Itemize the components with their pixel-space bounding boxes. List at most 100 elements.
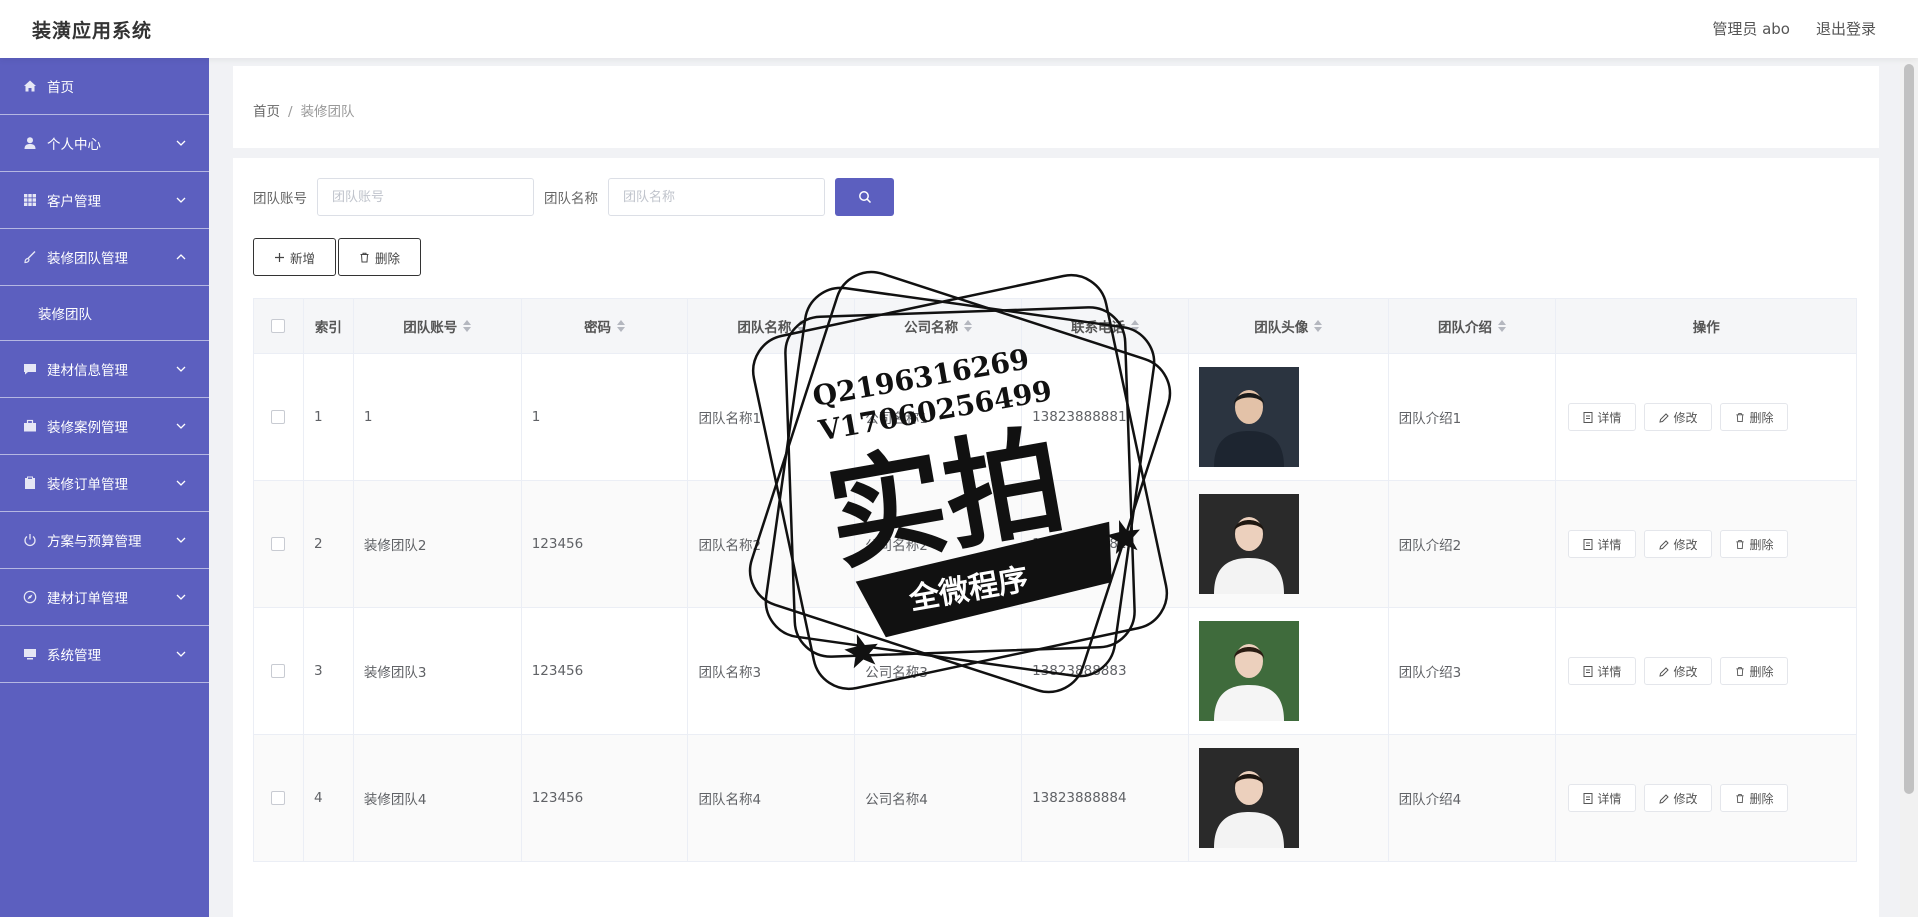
col-password[interactable]: 密码 xyxy=(522,299,689,353)
table-row: 4 装修团队4 123456 团队名称4 公司名称4 13823888884 团队介绍4 详情… xyxy=(254,735,1856,862)
row-delete-button[interactable]: 删除 xyxy=(1720,530,1789,558)
sidebar-item-order-management[interactable]: 装修订单管理 xyxy=(0,455,209,512)
row-delete-button[interactable]: 删除 xyxy=(1720,403,1789,431)
main-panel: 团队账号 团队名称 新增 删除 索引 团队账号 密码 团队名称 公司名称 联系电… xyxy=(233,158,1879,917)
row-checkbox-cell[interactable] xyxy=(254,354,304,480)
edit-button[interactable]: 修改 xyxy=(1644,403,1713,431)
team-avatar-image[interactable] xyxy=(1198,748,1299,848)
col-team-name[interactable]: 团队名称 xyxy=(688,299,856,353)
plus-icon xyxy=(275,252,284,262)
sort-icon[interactable] xyxy=(617,320,626,332)
delete-button[interactable]: 删除 xyxy=(338,238,422,276)
sidebar-item-label: 装修团队 xyxy=(38,307,92,323)
team-name-input[interactable] xyxy=(608,178,825,216)
cell-account: 装修团队2 xyxy=(354,481,522,607)
cell-company-name: 公司名称1 xyxy=(855,354,1023,480)
detail-button[interactable]: 详情 xyxy=(1568,530,1637,558)
cell-password: 123456 xyxy=(522,608,689,734)
cell-avatar xyxy=(1189,354,1389,480)
chevron-down-icon xyxy=(176,480,186,486)
sort-icon[interactable] xyxy=(1498,320,1506,332)
checkbox[interactable] xyxy=(271,410,286,424)
checkbox[interactable] xyxy=(271,537,286,551)
sidebar-item-case-management[interactable]: 装修案例管理 xyxy=(0,398,209,455)
row-checkbox-cell[interactable] xyxy=(254,608,304,734)
col-intro[interactable]: 团队介绍 xyxy=(1389,299,1557,353)
edit-label: 修改 xyxy=(1673,410,1698,425)
row-delete-button[interactable]: 删除 xyxy=(1720,784,1789,812)
delete-label: 删除 xyxy=(1749,791,1774,806)
sidebar-item-team-management[interactable]: 装修团队管理 xyxy=(0,229,209,286)
chevron-down-icon xyxy=(176,423,186,429)
row-delete-button[interactable]: 删除 xyxy=(1720,657,1789,685)
table-row: 2 装修团队2 123456 团队名称2 公司名称2 13823888882 团队介绍2 详情… xyxy=(254,481,1856,608)
search-form: 团队账号 团队名称 xyxy=(253,178,894,216)
detail-button[interactable]: 详情 xyxy=(1568,657,1637,685)
sort-icon[interactable] xyxy=(964,320,973,332)
cell-actions: 详情 修改 删除 xyxy=(1556,608,1856,734)
cell-phone: 13823888884 xyxy=(1022,735,1189,861)
col-phone[interactable]: 联系电话 xyxy=(1022,299,1189,353)
col-company-name[interactable]: 公司名称 xyxy=(855,299,1023,353)
sort-icon[interactable] xyxy=(463,320,472,332)
checkbox[interactable] xyxy=(271,664,286,678)
breadcrumb: 首页 / 装修团队 xyxy=(253,100,355,120)
team-account-input[interactable] xyxy=(317,178,534,216)
breadcrumb-card: 首页 / 装修团队 xyxy=(233,66,1879,148)
edit-button[interactable]: 修改 xyxy=(1644,657,1713,685)
sidebar-item-home[interactable]: 首页 xyxy=(0,58,209,115)
chevron-down-icon xyxy=(176,140,186,146)
add-button[interactable]: 新增 xyxy=(253,238,337,276)
sidebar-item-personal[interactable]: 个人中心 xyxy=(0,115,209,172)
delete-label: 删除 xyxy=(1749,537,1774,552)
home-icon xyxy=(22,78,38,94)
sidebar-item-customers[interactable]: 客户管理 xyxy=(0,172,209,229)
team-avatar-image[interactable] xyxy=(1198,494,1299,594)
cell-company-name: 公司名称4 xyxy=(855,735,1023,861)
sort-icon[interactable] xyxy=(1314,320,1323,332)
sidebar-subitem-team[interactable]: 装修团队 xyxy=(0,286,209,341)
row-checkbox-cell[interactable] xyxy=(254,481,304,607)
col-avatar[interactable]: 团队头像 xyxy=(1189,299,1389,353)
sort-icon[interactable] xyxy=(1130,320,1139,332)
scrollbar-thumb[interactable] xyxy=(1904,64,1914,794)
logout-link[interactable]: 退出登录 xyxy=(1816,18,1876,39)
team-avatar-image[interactable] xyxy=(1198,621,1299,721)
sort-icon[interactable] xyxy=(797,320,806,332)
sidebar-item-plan-budget[interactable]: 方案与预算管理 xyxy=(0,512,209,569)
sidebar-item-material-info[interactable]: 建材信息管理 xyxy=(0,341,209,398)
sidebar-item-system[interactable]: 系统管理 xyxy=(0,626,209,683)
column-label: 团队介绍 xyxy=(1438,320,1492,336)
checkbox[interactable] xyxy=(271,791,286,805)
cell-avatar xyxy=(1189,735,1389,861)
delete-label: 删除 xyxy=(1749,410,1774,425)
add-button-label: 新增 xyxy=(290,250,316,266)
cell-team-name: 团队名称3 xyxy=(688,608,856,734)
column-label: 团队名称 xyxy=(737,320,792,336)
team-avatar-image[interactable] xyxy=(1198,367,1299,467)
search-button[interactable] xyxy=(835,178,894,216)
cell-index: 4 xyxy=(304,735,354,861)
edit-button[interactable]: 修改 xyxy=(1644,784,1713,812)
document-icon xyxy=(1583,665,1593,677)
monitor-icon xyxy=(22,646,38,662)
chevron-down-icon xyxy=(176,537,186,543)
sidebar-item-material-orders[interactable]: 建材订单管理 xyxy=(0,569,209,626)
header-select-all[interactable] xyxy=(254,299,304,353)
col-account[interactable]: 团队账号 xyxy=(354,299,522,353)
detail-button[interactable]: 详情 xyxy=(1568,403,1637,431)
chat-icon xyxy=(22,361,38,377)
page-scrollbar[interactable] xyxy=(1900,58,1918,917)
cell-intro: 团队介绍2 xyxy=(1389,481,1557,607)
admin-label[interactable]: 管理员 abo xyxy=(1712,18,1790,39)
trash-icon xyxy=(1736,793,1745,803)
sidebar-item-label: 建材订单管理 xyxy=(47,591,128,607)
breadcrumb-home[interactable]: 首页 xyxy=(253,104,280,120)
row-checkbox-cell[interactable] xyxy=(254,735,304,861)
detail-button[interactable]: 详情 xyxy=(1568,784,1637,812)
edit-button[interactable]: 修改 xyxy=(1644,530,1713,558)
document-icon xyxy=(1583,538,1593,550)
name-label: 团队名称 xyxy=(544,191,598,207)
checkbox[interactable] xyxy=(271,319,286,333)
sidebar-item-label: 个人中心 xyxy=(47,137,101,153)
